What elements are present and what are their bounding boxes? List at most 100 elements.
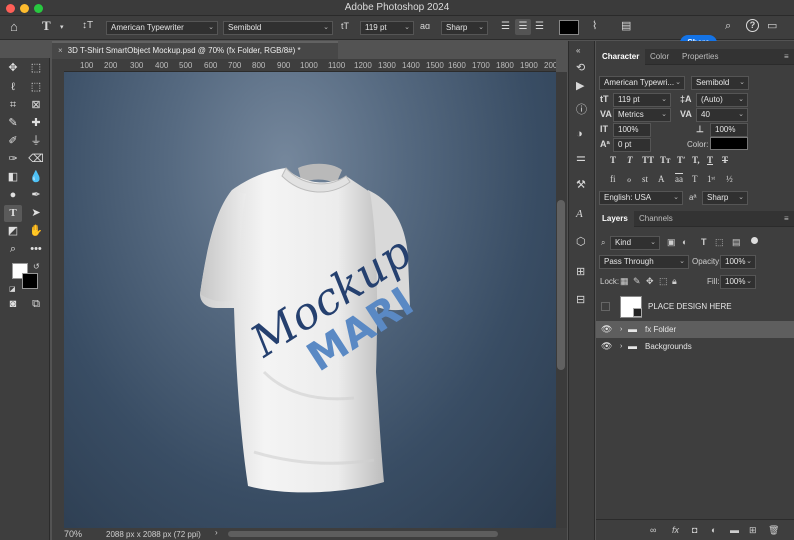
lock-pixels-icon[interactable]: ✎ [633,276,641,287]
document-canvas[interactable]: Mockup MARI [64,72,556,528]
eyedropper-tool-icon[interactable]: ✎ [4,115,22,132]
fill-field[interactable]: 100% ⌄ [720,275,756,289]
all-caps-button[interactable]: TT [642,155,654,165]
character-panel-icon[interactable]: A [576,209,583,220]
chevron-down-icon[interactable]: ▾ [60,22,64,33]
move-tool-icon[interactable]: ✥ [4,60,22,77]
zoom-level[interactable]: 70% [64,529,82,539]
status-menu-icon[interactable]: › [215,528,218,537]
info-panel-icon[interactable]: ⓘ [576,105,587,116]
tab-channels[interactable]: Channels [633,211,679,227]
char-font-family-select[interactable]: American Typewri... ⌄ [599,76,685,90]
align-right-icon[interactable]: ☰ [535,21,544,32]
object-selection-tool-icon[interactable]: ⬚ [27,79,45,96]
adjustment-layer-icon[interactable]: ◐ [711,525,716,535]
strikethrough-button[interactable]: T [722,155,728,165]
ordinal-superscript-button[interactable]: 1ˢᵗ [707,174,715,184]
font-family-select[interactable]: American Typewriter ⌄ [106,21,218,35]
path-selection-tool-icon[interactable]: ➤ [27,205,45,222]
opacity-field[interactable]: 100% ⌄ [720,255,756,269]
superscript-button[interactable]: Tʹ [677,155,686,165]
align-center-icon[interactable]: ☰ [515,19,531,35]
type-tool-preset-icon[interactable]: T [42,19,51,32]
quick-mask-icon[interactable]: ◙ [4,296,22,313]
char-kerning-field[interactable]: Metrics ⌄ [613,108,671,122]
search-icon[interactable]: ⌕ [725,21,731,32]
shape-tool-icon[interactable]: ◩ [4,223,22,240]
tab-properties[interactable]: Properties [676,49,724,65]
glyphs-panel-icon[interactable]: ⊞ [576,267,585,278]
filter-type-icon[interactable]: T [701,237,707,247]
horizontal-scroll-thumb[interactable] [228,531,498,537]
char-tracking-field[interactable]: 40 ⌄ [696,108,748,122]
background-color-swatch[interactable] [22,273,38,289]
stylistic-alternates-button[interactable]: A [658,174,665,184]
ligatures-button[interactable]: fi [610,174,616,184]
ordinals-button[interactable]: T [692,174,698,184]
language-select[interactable]: English: USA ⌄ [599,191,683,205]
frame-tool-icon[interactable]: ⊠ [27,97,45,114]
history-panel-icon[interactable]: ⟲ [576,63,585,74]
filter-shape-icon[interactable]: ⬚ [715,237,724,248]
warp-text-icon[interactable]: ⌇ [592,21,597,32]
brushes-panel-icon[interactable]: ⚒ [576,180,586,191]
layer-row[interactable]: 👁︎ › ▬ Backgrounds [596,338,794,355]
tab-layers[interactable]: Layers [596,211,634,227]
color-panel-icon[interactable]: ◑ [576,129,583,140]
new-layer-icon[interactable]: ⊞ [749,525,757,536]
brush-tool-icon[interactable]: ✐ [4,133,22,150]
panel-menu-icon[interactable]: ≡ [778,49,794,65]
fractions-button[interactable]: ½ [726,174,733,184]
layer-filter-select[interactable]: Kind ⌄ [610,236,660,250]
char-size-field[interactable]: 119 pt ⌄ [613,93,671,107]
pen-tool-icon[interactable]: ✒ [27,187,45,204]
more-tools-icon[interactable]: ••• [27,241,45,258]
document-tab[interactable]: × 3D T-Shirt SmartObject Mockup.psd @ 70%… [52,41,338,59]
lock-position-icon[interactable]: ✥ [646,276,654,287]
blur-tool-icon[interactable]: 💧 [27,169,45,186]
char-anti-alias-select[interactable]: Sharp ⌄ [702,191,748,205]
dodge-tool-icon[interactable]: ● [4,187,22,204]
default-colors-icon[interactable]: ◪ [9,284,16,295]
layer-visibility-empty[interactable] [601,302,610,311]
gradient-tool-icon[interactable]: ◧ [4,169,22,186]
text-orientation-icon[interactable]: ↕T [82,20,93,31]
clone-stamp-tool-icon[interactable]: ⏚ [27,133,45,150]
filter-pixel-icon[interactable]: ▣ [667,237,676,248]
filter-toggle-icon[interactable] [751,237,758,244]
eraser-tool-icon[interactable]: ⌫ [27,151,45,168]
new-group-icon[interactable]: ▬ [730,525,739,535]
collapse-panels-icon[interactable]: « [576,45,580,56]
vertical-scroll-thumb[interactable] [557,200,565,370]
table-panel-icon[interactable]: ⊟ [576,295,585,306]
blend-mode-select[interactable]: Pass Through ⌄ [599,255,689,269]
help-icon[interactable]: ? [746,19,759,32]
tab-character[interactable]: Character [596,49,646,65]
char-font-style-select[interactable]: Semibold ⌄ [691,76,749,90]
text-color-swatch[interactable] [559,20,579,35]
tab-color[interactable]: Color [644,49,675,65]
font-style-select[interactable]: Semibold ⌄ [223,21,333,35]
eye-icon[interactable]: 👁︎ [601,338,612,355]
close-tab-icon[interactable]: × [58,46,63,55]
char-baseline-shift-field[interactable]: 0 pt [613,138,651,152]
char-color-swatch[interactable] [710,137,748,150]
delete-layer-icon[interactable]: 🗑︎ [768,525,779,536]
lasso-tool-icon[interactable]: ℓ [4,79,22,96]
chevron-right-icon[interactable]: › [620,321,622,338]
filter-adjustment-icon[interactable]: ◐ [682,237,687,247]
crop-tool-icon[interactable]: ⌗ [4,97,22,114]
3d-panel-icon[interactable]: ⬡ [576,237,586,248]
anti-alias-select[interactable]: Sharp ⌄ [441,21,488,35]
titling-alternates-button[interactable]: aa [675,174,683,184]
hand-tool-icon[interactable]: ✋ [27,223,45,240]
zoom-tool-icon[interactable]: ⌕ [4,241,22,258]
history-brush-tool-icon[interactable]: ✑ [4,151,22,168]
lock-artboard-icon[interactable]: ⬚ [659,276,668,287]
char-vertical-scale-field[interactable]: 100% [613,123,651,137]
underline-button[interactable]: T [707,155,713,165]
type-tool-icon[interactable]: T [4,205,22,222]
layers-menu-icon[interactable]: ≡ [778,211,794,227]
layer-row-selected[interactable]: 👁︎ › ▬ fx Folder [596,321,794,338]
subscript-button[interactable]: T, [692,155,700,165]
